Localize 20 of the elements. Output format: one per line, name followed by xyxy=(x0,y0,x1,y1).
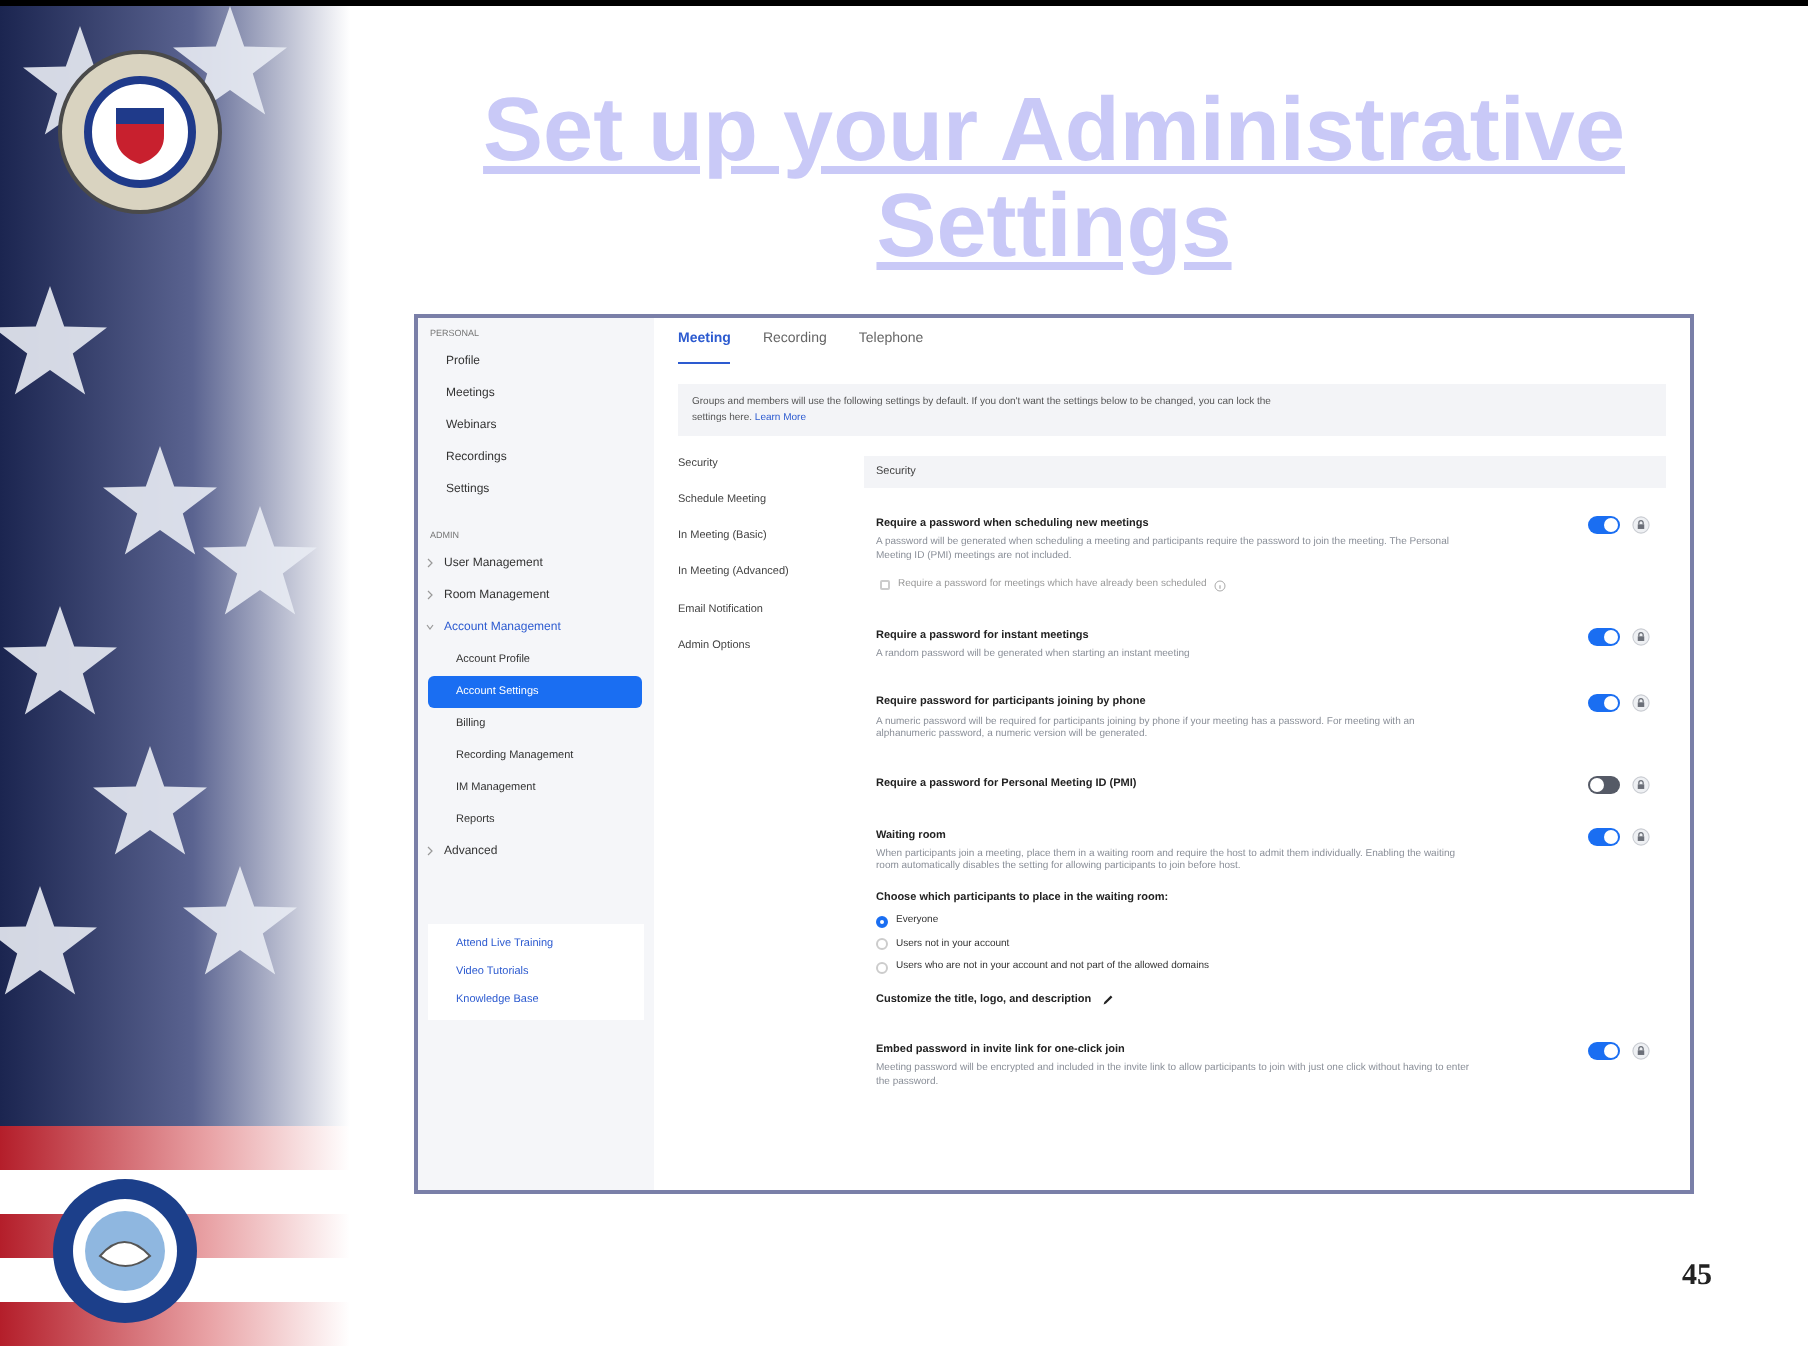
toggle-switch[interactable] xyxy=(1588,775,1620,793)
toggle-switch[interactable] xyxy=(1588,827,1620,845)
pencil-icon[interactable] xyxy=(1101,993,1114,1006)
lock-icon[interactable] xyxy=(1632,627,1650,645)
radio-button[interactable] xyxy=(876,961,888,974)
radio-button[interactable] xyxy=(876,938,888,951)
toggle-switch[interactable] xyxy=(1588,1041,1620,1060)
toggle-switch[interactable] xyxy=(1588,627,1620,645)
lock-icon[interactable] xyxy=(1632,515,1650,534)
radio-button[interactable] xyxy=(876,915,888,928)
checkbox[interactable] xyxy=(880,580,890,591)
info-icon xyxy=(1214,579,1227,592)
toggle-switch[interactable] xyxy=(1588,694,1620,713)
lock-icon[interactable] xyxy=(1632,1041,1650,1060)
lock-icon[interactable] xyxy=(1632,827,1650,845)
lock-icon[interactable] xyxy=(1632,694,1650,713)
toggle-switch[interactable] xyxy=(1588,515,1620,534)
seal-icon xyxy=(50,1176,200,1326)
lock-icon[interactable] xyxy=(1632,775,1650,793)
page-number: 45 xyxy=(1682,1258,1712,1296)
